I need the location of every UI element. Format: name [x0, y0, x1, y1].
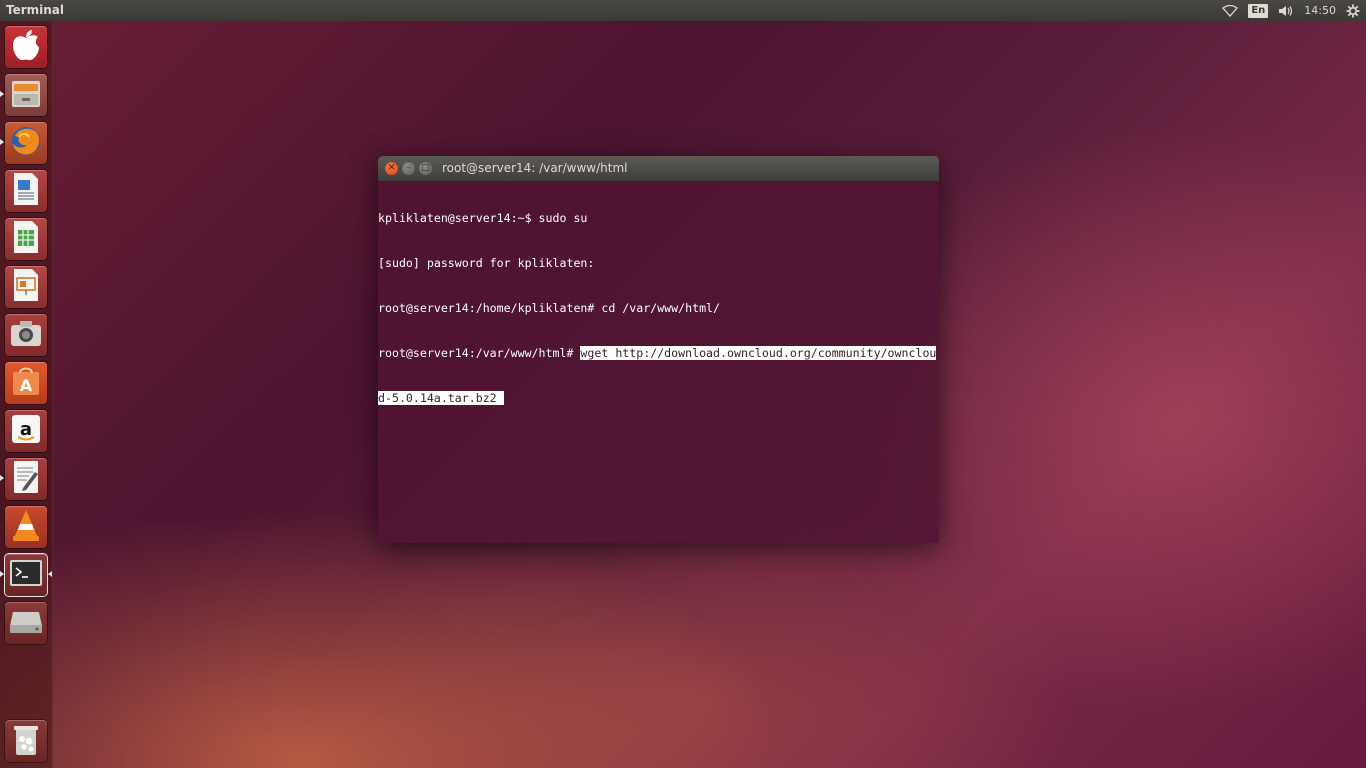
minimize-button[interactable]: – — [402, 162, 415, 175]
maximize-icon: □ — [421, 163, 430, 173]
gear-icon[interactable] — [1346, 0, 1360, 21]
trash-icon — [12, 722, 40, 760]
terminal-window[interactable]: ✕ – □ root@server14: /var/www/html kplik… — [378, 156, 939, 543]
libreoffice-writer-icon — [11, 172, 41, 210]
terminal-line-text: [sudo] password for kpliklaten: — [378, 256, 595, 270]
running-indicator — [0, 571, 4, 577]
launcher-item-camera[interactable] — [5, 314, 47, 356]
selected-text[interactable]: d-5.0.14a.tar.bz2 — [378, 391, 504, 405]
clock[interactable]: 14:50 — [1304, 0, 1336, 21]
libreoffice-impress-icon — [11, 268, 41, 306]
top-panel: Terminal En 14:50 — [0, 0, 1366, 21]
launcher-item-terminal[interactable] — [5, 554, 47, 596]
launcher-item-writer[interactable] — [5, 170, 47, 212]
window-titlebar[interactable]: ✕ – □ root@server14: /var/www/html — [378, 156, 939, 181]
terminal-line: root@server14:/var/www/html# wget http:/… — [378, 346, 939, 361]
launcher-item-trash[interactable] — [5, 720, 47, 762]
window-title: root@server14: /var/www/html — [442, 161, 628, 175]
maximize-button[interactable]: □ — [419, 162, 432, 175]
running-indicator — [0, 139, 4, 145]
terminal-line: d-5.0.14a.tar.bz2 — [378, 391, 939, 406]
amazon-icon: a — [10, 413, 42, 449]
terminal-line-text: root@server14:/home/kpliklaten# cd /var/… — [378, 301, 721, 315]
running-indicator — [0, 475, 4, 481]
active-app-title: Terminal — [6, 3, 65, 17]
close-icon: ✕ — [387, 163, 396, 173]
launcher: A a — [0, 21, 53, 768]
volume-icon[interactable] — [1278, 0, 1294, 21]
running-indicator — [0, 91, 4, 97]
selected-text[interactable]: wget http://download.owncloud.org/commun… — [580, 346, 937, 360]
close-button[interactable]: ✕ — [385, 162, 398, 175]
apple-icon — [10, 28, 42, 66]
firefox-icon — [9, 124, 43, 162]
launcher-item-text-editor[interactable] — [5, 458, 47, 500]
files-icon — [9, 76, 43, 114]
launcher-item-impress[interactable] — [5, 266, 47, 308]
terminal-line-text: root@server14:/var/www/html# — [378, 346, 581, 360]
launcher-item-software-center[interactable]: A — [5, 362, 47, 404]
launcher-item-apple[interactable] — [5, 26, 47, 68]
terminal-line: root@server14:/home/kpliklaten# cd /var/… — [378, 301, 939, 316]
launcher-item-amazon[interactable]: a — [5, 410, 47, 452]
drive-icon — [9, 608, 43, 638]
wifi-icon[interactable] — [1222, 0, 1239, 21]
terminal-line: kpliklaten@server14:~$ sudo su — [378, 211, 939, 226]
minimize-icon: – — [406, 163, 411, 173]
indicator-area: En 14:50 — [1222, 0, 1360, 21]
language-label: En — [1248, 3, 1269, 18]
launcher-item-files[interactable] — [5, 74, 47, 116]
terminal-icon — [9, 559, 43, 591]
text-editor-icon — [11, 460, 41, 498]
svg-text:a: a — [20, 419, 32, 440]
keyboard-layout-indicator[interactable]: En — [1248, 0, 1269, 21]
focused-indicator — [48, 571, 52, 577]
camera-icon — [9, 318, 43, 352]
launcher-item-drive[interactable] — [5, 602, 47, 644]
libreoffice-calc-icon — [11, 220, 41, 258]
terminal-line-text: kpliklaten@server14:~$ sudo su — [378, 211, 588, 225]
vlc-icon — [10, 508, 42, 546]
terminal-output[interactable]: kpliklaten@server14:~$ sudo su [sudo] pa… — [378, 181, 939, 543]
svg-text:A: A — [20, 376, 33, 395]
terminal-line: [sudo] password for kpliklaten: — [378, 256, 939, 271]
launcher-item-calc[interactable] — [5, 218, 47, 260]
software-center-icon: A — [10, 365, 42, 401]
launcher-item-firefox[interactable] — [5, 122, 47, 164]
launcher-item-vlc[interactable] — [5, 506, 47, 548]
